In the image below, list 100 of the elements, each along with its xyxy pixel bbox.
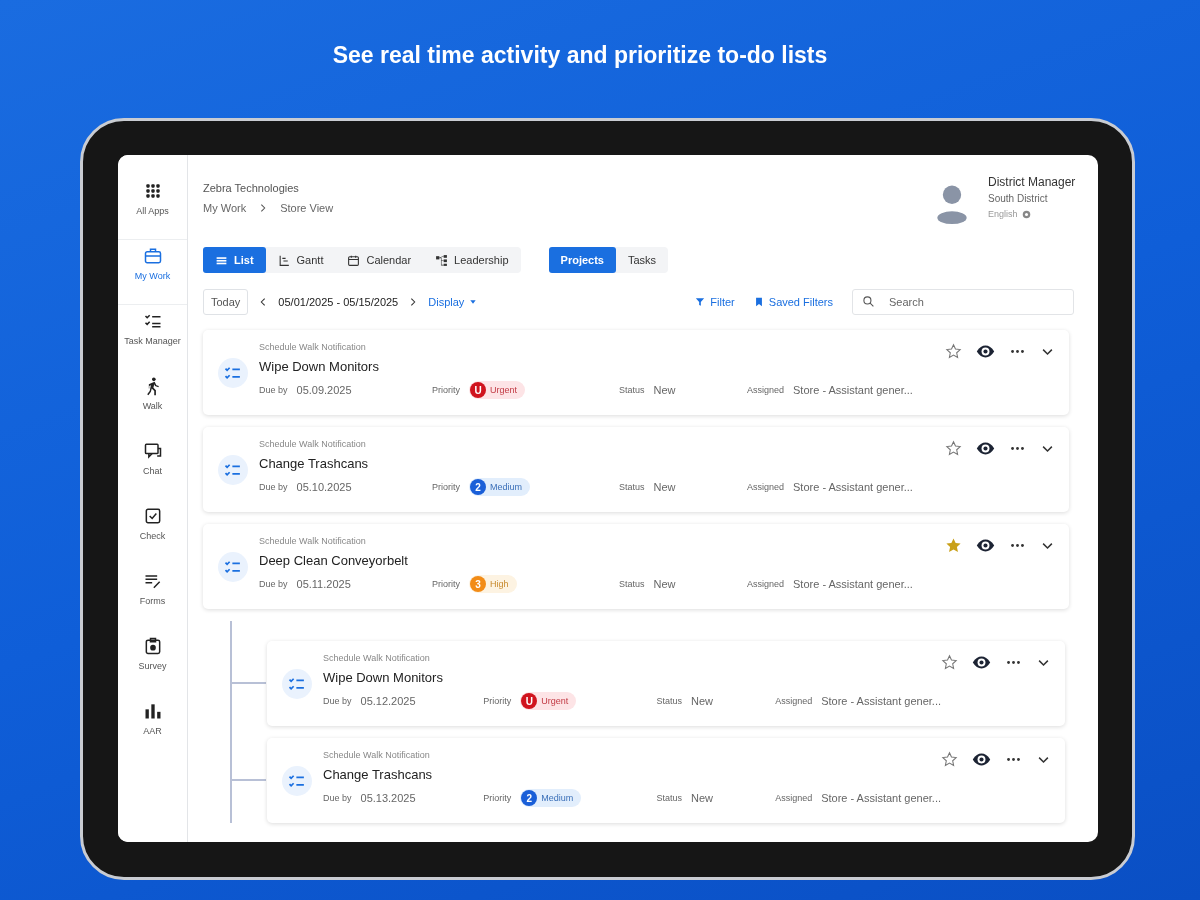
- task-title: Wipe Down Monitors: [259, 358, 380, 376]
- priority-badge: 2 Medium: [469, 478, 531, 496]
- due-date: 05.10.2025: [296, 481, 352, 493]
- gantt-icon: [277, 253, 291, 267]
- bookmark-icon: [753, 297, 764, 307]
- saved-filters-button[interactable]: Saved Filters: [753, 296, 833, 308]
- field-label: Assigned: [747, 385, 785, 395]
- assignee-value: Store - Assistant gener...: [793, 384, 913, 396]
- field-label: Priority: [483, 793, 512, 803]
- status-value: New: [653, 578, 676, 590]
- status-value: New: [653, 481, 676, 493]
- star-outline-icon[interactable]: [941, 751, 958, 768]
- checklist-icon: [218, 552, 248, 582]
- checklist-icon: [282, 669, 312, 699]
- field-label: Due by: [259, 385, 288, 395]
- breadcrumb-link[interactable]: Store View: [280, 199, 334, 217]
- star-outline-icon[interactable]: [945, 343, 962, 360]
- date-range: 05/01/2025 - 05/15/2025: [278, 296, 399, 308]
- field-label: Priority: [432, 385, 460, 395]
- sidebar-item[interactable]: Walk: [118, 370, 187, 435]
- checklist-icon: [218, 358, 248, 388]
- sidebar-item[interactable]: Check: [118, 500, 187, 565]
- task-card[interactable]: Schedule Walk Notification Deep Clean Conveyorbelt Due by 05.11.2025 Priority 3 High Status New Assigned Store - Assistant gener...: [203, 524, 1069, 609]
- task-card[interactable]: Schedule Walk Notification Wipe Down Monitors Due by 05.12.2025 Priority U Urgent Status New Assigned Store - Assistant gener...: [267, 641, 1065, 726]
- view-tab[interactable]: Leadership: [423, 247, 521, 273]
- filter-button[interactable]: Filter: [695, 296, 735, 308]
- task-category: Schedule Walk Notification: [323, 749, 431, 762]
- task-category: Schedule Walk Notification: [259, 341, 367, 354]
- priority-badge: 3 High: [469, 575, 517, 593]
- sidebar-item[interactable]: AAR: [118, 695, 187, 760]
- sidebar-item[interactable]: All Apps: [118, 175, 187, 240]
- user-district: South District: [988, 192, 1049, 206]
- assignee-value: Store - Assistant gener...: [821, 792, 941, 804]
- field-label: Status: [619, 579, 645, 589]
- briefcase-icon: [142, 246, 163, 266]
- due-date: 05.13.2025: [360, 792, 416, 804]
- scope-tab[interactable]: Tasks: [615, 247, 669, 273]
- view-tab[interactable]: List: [203, 247, 266, 273]
- priority-badge: U Urgent: [520, 692, 577, 710]
- assignee-value: Store - Assistant gener...: [793, 481, 913, 493]
- view-tab[interactable]: Calendar: [335, 247, 424, 273]
- field-label: Due by: [259, 482, 288, 492]
- checklist-icon: [282, 766, 312, 796]
- hierarchy-icon: [435, 253, 449, 267]
- field-label: Status: [619, 385, 645, 395]
- field-label: Assigned: [775, 696, 813, 706]
- due-date: 05.11.2025: [296, 578, 351, 590]
- task-category: Schedule Walk Notification: [323, 652, 431, 665]
- filter-icon: [695, 297, 706, 307]
- star-outline-icon[interactable]: [945, 440, 962, 457]
- assignee-value: Store - Assistant gener...: [793, 578, 913, 590]
- due-date: 05.12.2025: [360, 695, 416, 707]
- field-label: Priority: [483, 696, 512, 706]
- task-title: Wipe Down Monitors: [323, 669, 444, 687]
- task-category: Schedule Walk Notification: [259, 438, 367, 451]
- sidebar-item[interactable]: My Work: [118, 240, 187, 305]
- search-field[interactable]: Search: [852, 289, 1074, 315]
- breadcrumb-link[interactable]: My Work: [203, 199, 247, 217]
- field-label: Due by: [259, 579, 288, 589]
- field-label: Due by: [323, 696, 352, 706]
- company-name: Zebra Technologies: [203, 181, 300, 196]
- field-label: Status: [656, 793, 683, 803]
- scope-tab[interactable]: Projects: [548, 247, 616, 273]
- task-card[interactable]: Schedule Walk Notification Change Trashcans Due by 05.13.2025 Priority 2 Medium Status New Assigned Store - Assistant gener...: [267, 738, 1065, 823]
- priority-badge: U Urgent: [469, 381, 526, 399]
- assignee-value: Store - Assistant gener...: [821, 695, 941, 707]
- headline: See real time activity and prioritize to-do lists: [331, 41, 829, 70]
- display-dropdown[interactable]: Display: [428, 296, 478, 308]
- star-outline-icon[interactable]: [941, 654, 958, 671]
- task-title: Deep Clean Conveyorbelt: [259, 552, 409, 570]
- field-label: Due by: [323, 793, 352, 803]
- task-card[interactable]: Schedule Walk Notification Change Trashcans Due by 05.10.2025 Priority 2 Medium Status New Assigned Store - Assistant gener...: [203, 427, 1069, 512]
- status-value: New: [653, 384, 676, 396]
- star-filled-icon[interactable]: [945, 537, 962, 554]
- task-title: Change Trashcans: [259, 455, 370, 473]
- field-label: Priority: [432, 482, 460, 492]
- field-label: Assigned: [775, 793, 813, 803]
- field-label: Status: [619, 482, 645, 492]
- checklist-icon: [218, 455, 248, 485]
- sidebar-item[interactable]: Survey: [118, 630, 187, 695]
- calendar-icon: [347, 253, 361, 267]
- caret-down-icon: [469, 298, 478, 306]
- field-label: Assigned: [747, 579, 785, 589]
- due-date: 05.09.2025: [296, 384, 352, 396]
- status-value: New: [691, 792, 714, 804]
- today-button[interactable]: Today: [203, 289, 249, 315]
- task-card[interactable]: Schedule Walk Notification Wipe Down Monitors Due by 05.09.2025 Priority U Urgent Status New Assigned Store - Assistant gener...: [203, 330, 1069, 415]
- task-title: Change Trashcans: [323, 766, 434, 784]
- field-label: Priority: [432, 579, 460, 589]
- task-category: Schedule Walk Notification: [259, 535, 367, 548]
- status-value: New: [691, 695, 714, 707]
- field-label: Assigned: [747, 482, 785, 492]
- sidebar-item[interactable]: Forms: [118, 565, 187, 630]
- user-role: District Manager: [988, 174, 1077, 191]
- view-tab[interactable]: Gantt: [265, 247, 336, 273]
- priority-badge: 2 Medium: [520, 789, 582, 807]
- sidebar-item[interactable]: Task Manager: [118, 305, 187, 370]
- field-label: Status: [656, 696, 683, 706]
- sidebar-item[interactable]: Chat: [118, 435, 187, 500]
- chat-icon: [142, 441, 163, 461]
